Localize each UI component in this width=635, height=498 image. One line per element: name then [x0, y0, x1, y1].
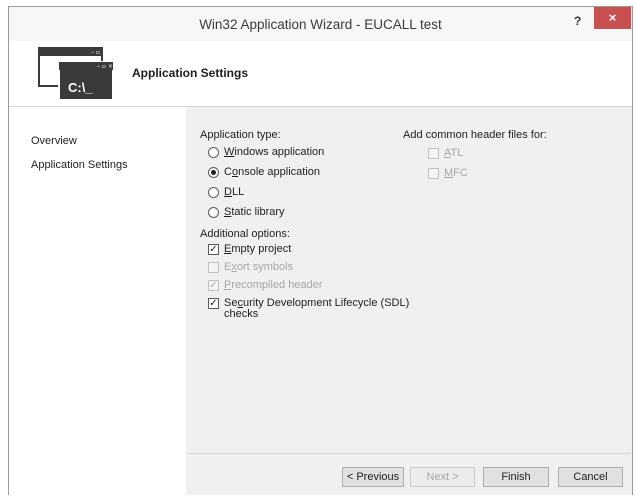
checkbox-empty-project[interactable]: ✓ Empty project [208, 243, 291, 255]
page-title: Application Settings [132, 66, 249, 80]
checkbox-label: Security Development Lifecycle (SDL) chec… [224, 297, 410, 320]
checkbox-label: MFC [444, 167, 468, 179]
nav-pane: Overview Application Settings [9, 107, 186, 495]
checkbox-mfc: MFC [428, 167, 468, 179]
common-header-files-label: Add common header files for: [403, 129, 547, 141]
radio-button[interactable] [208, 146, 219, 158]
console-app-icon: – ▫ × – ▫ × C:\_ [38, 47, 113, 101]
nav-item-overview[interactable]: Overview [31, 135, 77, 147]
title-bar: Win32 Application Wizard - EUCALL test ?… [9, 7, 632, 41]
radio-console-application[interactable]: Console application [208, 166, 320, 178]
footer-separator [187, 453, 631, 454]
checkbox-atl: ATL [428, 147, 463, 159]
radio-label: Static library [224, 206, 285, 218]
next-button[interactable]: Next > [410, 467, 475, 487]
checkbox-sdl-checks[interactable]: ✓ Security Development Lifecycle (SDL) ch… [208, 298, 409, 320]
console-icon-text: C:\_ [68, 80, 93, 95]
svg-text:– ▫ ×: – ▫ × [97, 63, 113, 70]
checkbox-disabled [208, 261, 219, 273]
radio-button[interactable] [208, 186, 219, 198]
radio-label: Windows application [224, 146, 325, 158]
checkbox-label: Exort symbols [224, 261, 294, 273]
wizard-window: Win32 Application Wizard - EUCALL test ?… [8, 6, 633, 495]
checkbox-checked[interactable]: ✓ [208, 298, 219, 309]
radio-button[interactable] [208, 206, 219, 218]
radio-windows-application[interactable]: Windows application [208, 146, 324, 158]
additional-options-label: Additional options: [200, 228, 290, 240]
settings-panel: Application type: Windows application Co… [186, 107, 632, 495]
radio-label: DLL [224, 186, 245, 198]
wizard-header: – ▫ × – ▫ × C:\_ Application Settings [9, 41, 632, 107]
finish-button[interactable]: Finish [483, 467, 549, 487]
window-title: Win32 Application Wizard - EUCALL test [199, 17, 442, 32]
previous-button[interactable]: < Previous [342, 467, 404, 487]
checkbox-disabled [428, 147, 439, 159]
radio-dll[interactable]: DLL [208, 186, 244, 198]
checkbox-disabled-checked: ✓ [208, 279, 219, 291]
cancel-button[interactable]: Cancel [558, 467, 623, 487]
checkbox-label: Precompiled header [224, 279, 323, 291]
checkbox-label: ATL [444, 147, 464, 159]
close-button[interactable]: × [594, 7, 631, 29]
help-button[interactable]: ? [574, 14, 581, 28]
nav-item-application-settings[interactable]: Application Settings [31, 159, 128, 171]
checkbox-precompiled-header: ✓ Precompiled header [208, 279, 322, 291]
radio-button-selected[interactable] [208, 166, 219, 178]
radio-static-library[interactable]: Static library [208, 206, 285, 218]
application-type-label: Application type: [200, 129, 281, 141]
checkbox-export-symbols: Exort symbols [208, 261, 293, 273]
checkbox-label: Empty project [224, 243, 292, 255]
svg-text:– ▫ ×: – ▫ × [91, 49, 107, 56]
checkbox-disabled [428, 167, 439, 179]
checkbox-checked[interactable]: ✓ [208, 243, 219, 255]
radio-label: Console application [224, 166, 321, 178]
